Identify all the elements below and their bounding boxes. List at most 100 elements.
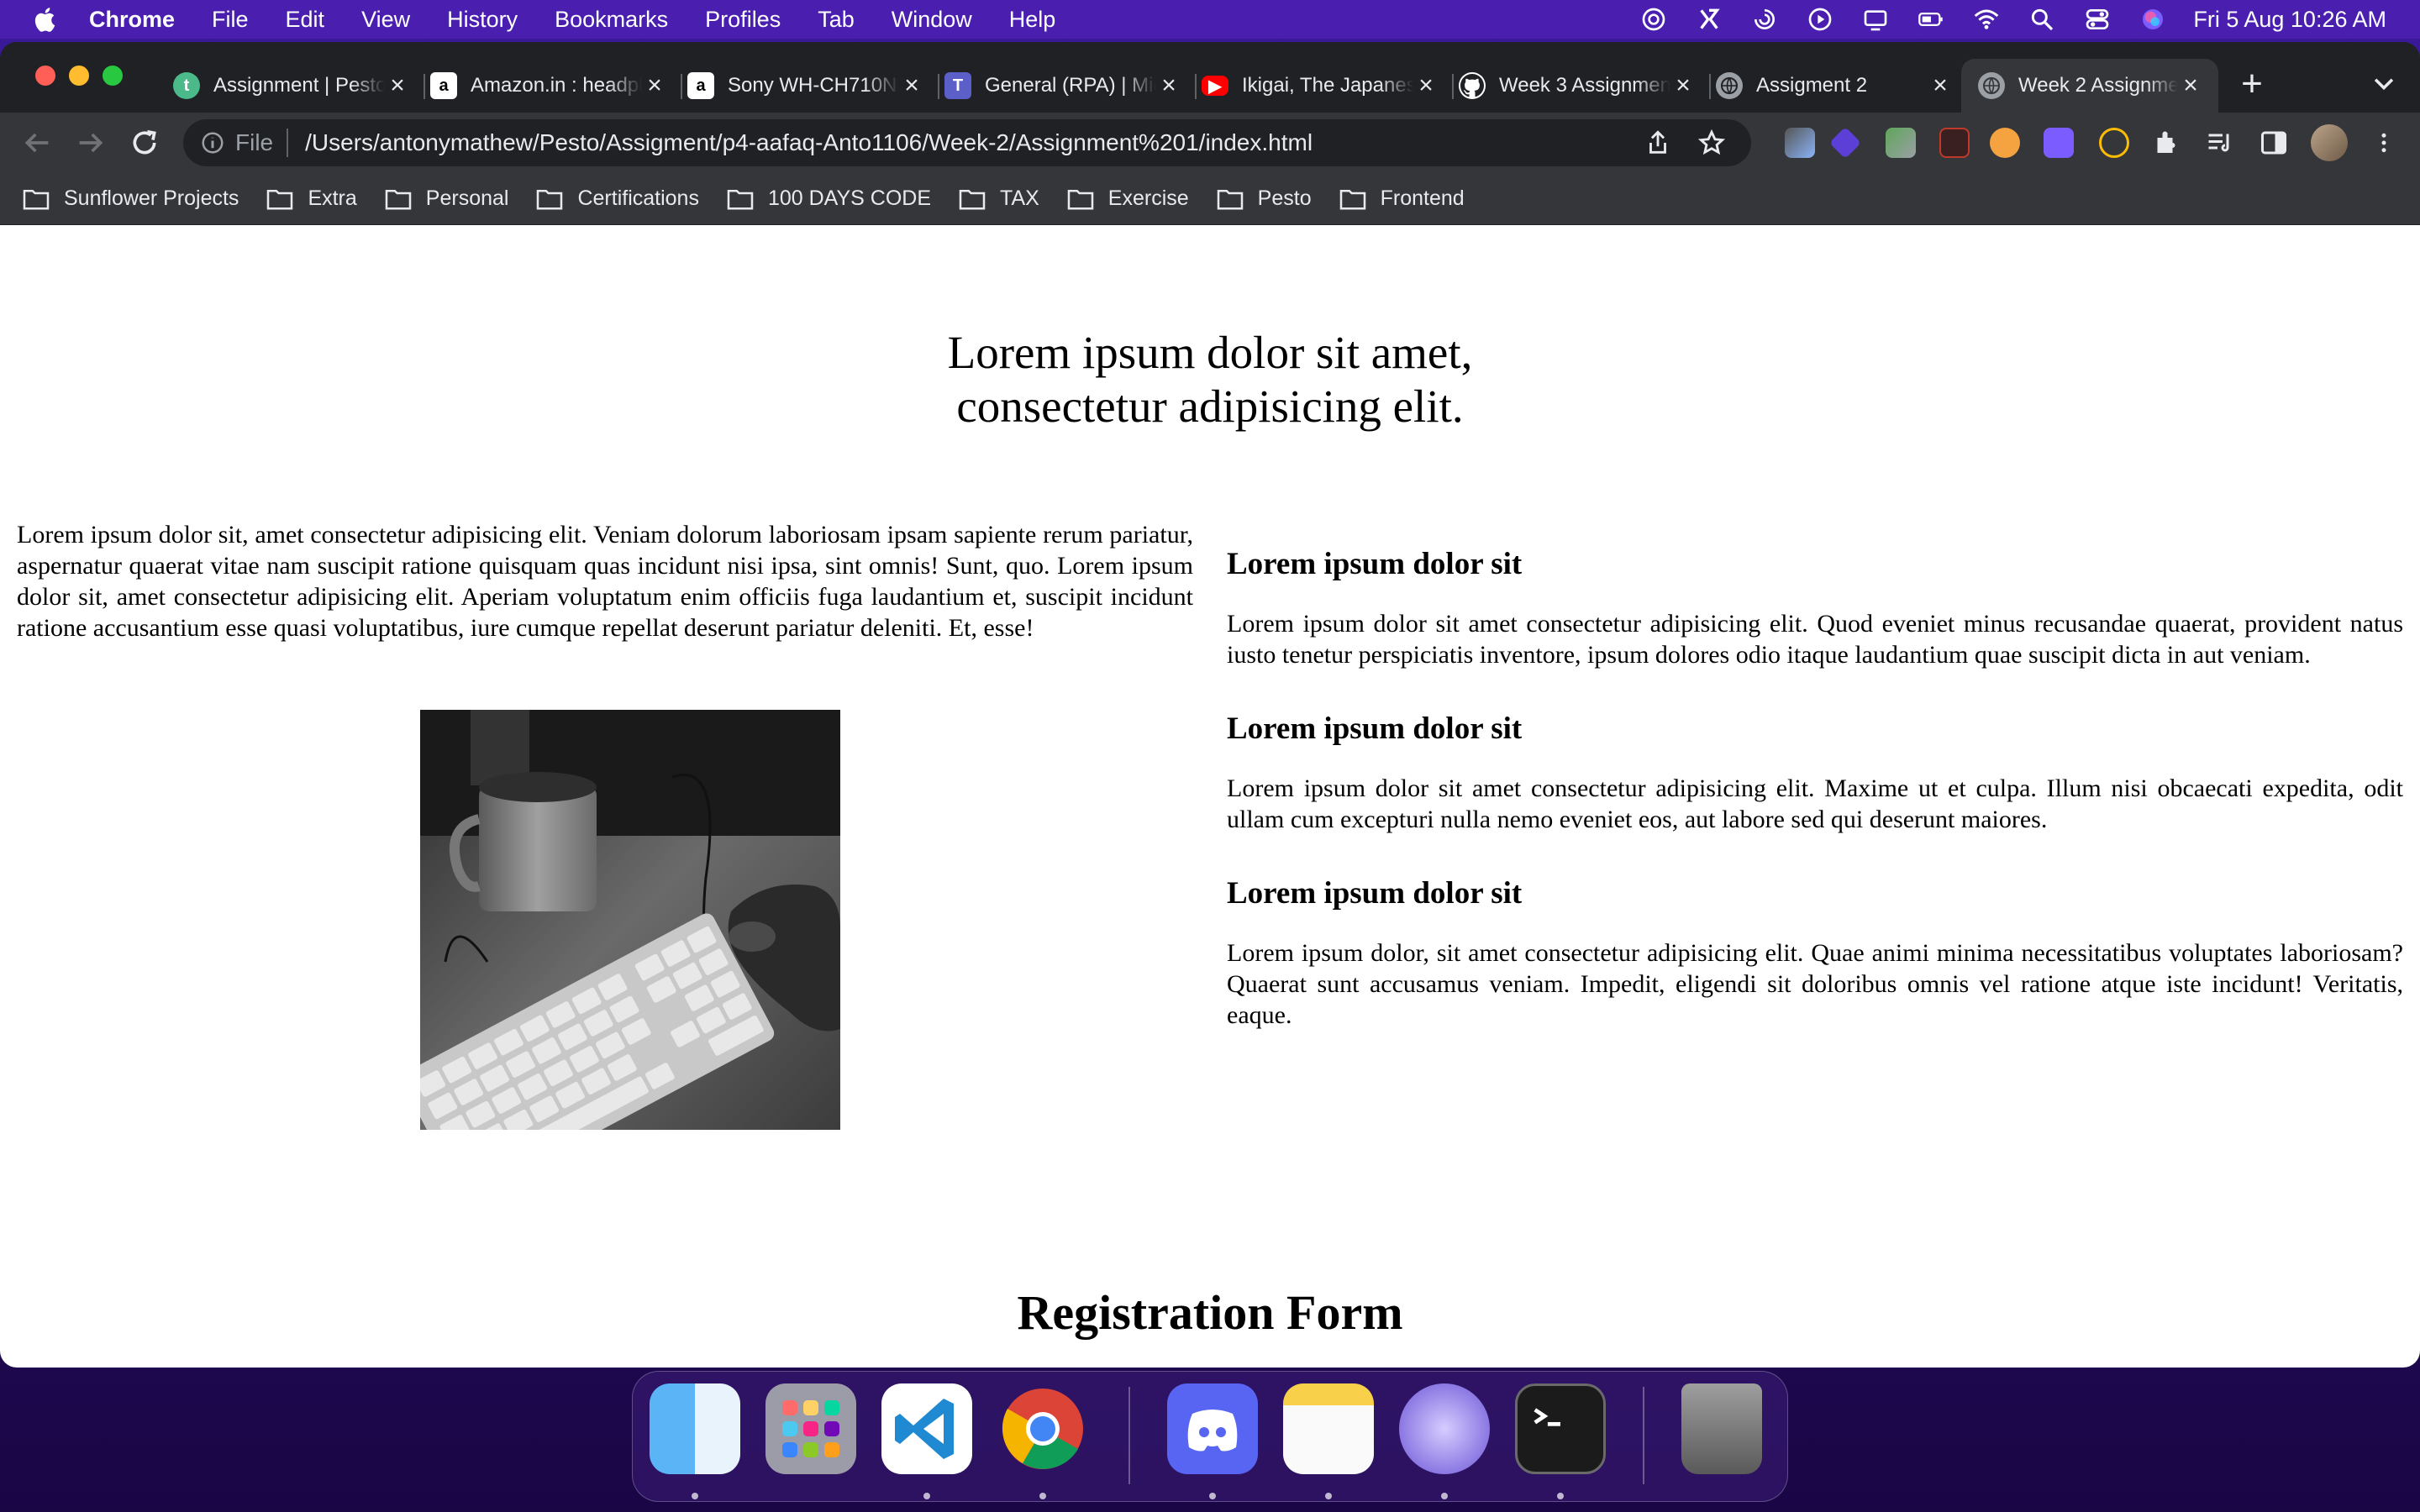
tab-title: Assignment | Pesto	[213, 74, 385, 97]
address-bar[interactable]: File /Users/antonymathew/Pesto/Assigment…	[183, 119, 1751, 166]
teams-icon: T	[944, 72, 971, 99]
back-arrow-icon[interactable]	[20, 126, 54, 160]
close-tab-icon[interactable]: ×	[1156, 73, 1181, 98]
page-viewport[interactable]: Lorem ipsum dolor sit amet, consectetur …	[0, 225, 2420, 1368]
folder-icon	[385, 189, 412, 209]
discord-icon[interactable]	[1167, 1383, 1258, 1474]
side-panel-icon[interactable]	[2259, 128, 2289, 158]
bookmark-star-icon[interactable]	[1697, 129, 1726, 157]
apple-icon[interactable]	[32, 5, 60, 34]
chrome-window: t Assignment | Pesto × a Amazon.in : hea…	[0, 42, 2420, 1368]
tab-title: General (RPA) | Microsoft Teams	[985, 74, 1156, 97]
menu-app-name[interactable]: Chrome	[89, 7, 175, 33]
menu-help[interactable]: Help	[1009, 7, 1056, 33]
tab-sony-headphones[interactable]: a Sony WH-CH710N ×	[682, 59, 939, 113]
siri-icon[interactable]	[2138, 7, 2168, 32]
bookmark-folder-frontend[interactable]: Frontend	[1339, 186, 1465, 211]
section-2-heading: Lorem ipsum dolor sit	[1227, 711, 1523, 746]
reading-list-icon[interactable]	[2205, 128, 2235, 158]
menu-edit[interactable]: Edit	[286, 7, 325, 33]
extensions-puzzle-icon[interactable]	[2151, 128, 2181, 158]
more-menu-icon[interactable]	[2371, 128, 2396, 158]
tab-amazon-headphones[interactable]: a Amazon.in : headphones ×	[425, 59, 682, 113]
close-tab-icon[interactable]: ×	[1928, 73, 1953, 98]
tab-assigment-2[interactable]: Assigment 2 ×	[1711, 59, 1968, 113]
close-window-button[interactable]	[35, 66, 55, 86]
notes-icon[interactable]	[1283, 1383, 1374, 1474]
folder-icon	[1067, 189, 1094, 209]
extension-pen-icon[interactable]	[1785, 128, 1815, 158]
menu-profiles[interactable]: Profiles	[705, 7, 781, 33]
extension-paint-icon[interactable]	[1886, 128, 1916, 158]
tab-search-chevron-icon[interactable]	[2370, 69, 2398, 97]
terminal-icon[interactable]	[1515, 1383, 1606, 1474]
bookmark-folder-100-days-code[interactable]: 100 DAYS CODE	[726, 186, 931, 211]
tab-youtube-ikigai[interactable]: ▶ Ikigai, The Japanese ×	[1197, 59, 1454, 113]
bookmark-folder-certifications[interactable]: Certifications	[535, 186, 699, 211]
extension-orange-icon[interactable]	[1990, 128, 2020, 158]
tab-week2-assignment-active[interactable]: Week 2 Assignment ×	[1961, 59, 2218, 113]
bookmark-folder-personal[interactable]: Personal	[384, 186, 508, 211]
menu-file[interactable]: File	[212, 7, 249, 33]
url-text[interactable]: /Users/antonymathew/Pesto/Assigment/p4-a…	[305, 129, 1644, 156]
folder-icon	[537, 189, 563, 209]
close-tab-icon[interactable]: ×	[1413, 73, 1439, 98]
share-icon[interactable]	[1644, 129, 1672, 157]
folder-icon	[727, 189, 754, 209]
play-icon[interactable]	[1805, 7, 1835, 32]
launchpad-icon[interactable]	[765, 1383, 856, 1474]
close-tab-icon[interactable]: ×	[1670, 73, 1696, 98]
pesto-icon: t	[173, 72, 200, 99]
bookmark-folder-extra[interactable]: Extra	[266, 186, 357, 211]
profile-avatar[interactable]	[2311, 124, 2348, 161]
menu-view[interactable]: View	[361, 7, 410, 33]
battery-icon[interactable]	[1916, 7, 1946, 32]
section-1-paragraph: Lorem ipsum dolor sit amet consectetur a…	[1227, 610, 2403, 669]
forward-arrow-icon[interactable]	[74, 126, 108, 160]
site-info-icon[interactable]	[200, 130, 225, 155]
spotlight-search-icon[interactable]	[2027, 7, 2057, 32]
menu-history[interactable]: History	[447, 7, 518, 33]
wifi-icon[interactable]	[1971, 7, 2002, 32]
kde-connect-icon[interactable]	[1694, 7, 1724, 32]
bittorrent-icon[interactable]	[1399, 1383, 1490, 1474]
intro-paragraph: Lorem ipsum dolor sit, amet consectetur …	[17, 521, 1193, 642]
section-2-paragraph: Lorem ipsum dolor sit amet consectetur a…	[1227, 774, 2403, 833]
close-tab-icon[interactable]: ×	[2178, 73, 2203, 98]
bookmark-folder-pesto[interactable]: Pesto	[1216, 186, 1312, 211]
creative-cloud-icon[interactable]	[1639, 7, 1669, 32]
bookmark-folder-exercise[interactable]: Exercise	[1066, 186, 1189, 211]
reload-icon[interactable]	[128, 126, 161, 160]
new-tab-plus-icon[interactable]: +	[2235, 66, 2269, 102]
bookmark-folder-tax[interactable]: TAX	[958, 186, 1039, 211]
extension-robot-icon[interactable]	[2044, 128, 2074, 158]
clock-datetime[interactable]: Fri 5 Aug 10:26 AM	[2193, 7, 2386, 33]
trash-icon[interactable]	[1681, 1383, 1762, 1474]
zoom-window-button[interactable]	[103, 66, 123, 86]
bookmark-label: TAX	[1000, 186, 1039, 210]
tab-github-week3[interactable]: Week 3 Assignment ×	[1454, 59, 1711, 113]
close-tab-icon[interactable]: ×	[385, 73, 410, 98]
extension-book-icon[interactable]	[1939, 128, 1970, 158]
control-center-icon[interactable]	[2082, 7, 2112, 32]
amazon-icon: a	[430, 72, 457, 99]
left-column: Lorem ipsum dolor sit, amet consectetur …	[17, 519, 1193, 643]
bookmark-folder-sunflower-projects[interactable]: Sunflower Projects	[22, 186, 239, 211]
chrome-icon[interactable]	[997, 1383, 1088, 1474]
minimize-window-button[interactable]	[69, 66, 89, 86]
menu-bookmarks[interactable]: Bookmarks	[555, 7, 668, 33]
close-tab-icon[interactable]: ×	[642, 73, 667, 98]
vscode-icon[interactable]	[881, 1383, 972, 1474]
tab-assignment-pesto[interactable]: t Assignment | Pesto ×	[168, 59, 425, 113]
menu-window[interactable]: Window	[892, 7, 972, 33]
bittorrent-status-icon[interactable]	[1749, 7, 1780, 32]
finder-icon[interactable]	[650, 1383, 740, 1474]
menu-tab[interactable]: Tab	[818, 7, 855, 33]
folder-icon	[959, 189, 986, 209]
screen-mirroring-icon[interactable]	[1860, 7, 1891, 32]
extension-diamond-icon[interactable]	[1828, 126, 1862, 160]
tab-microsoft-teams[interactable]: T General (RPA) | Microsoft Teams ×	[939, 59, 1197, 113]
close-tab-icon[interactable]: ×	[899, 73, 924, 98]
extension-magnifier-icon[interactable]	[2099, 128, 2129, 158]
tab-strip: t Assignment | Pesto × a Amazon.in : hea…	[0, 42, 2420, 113]
